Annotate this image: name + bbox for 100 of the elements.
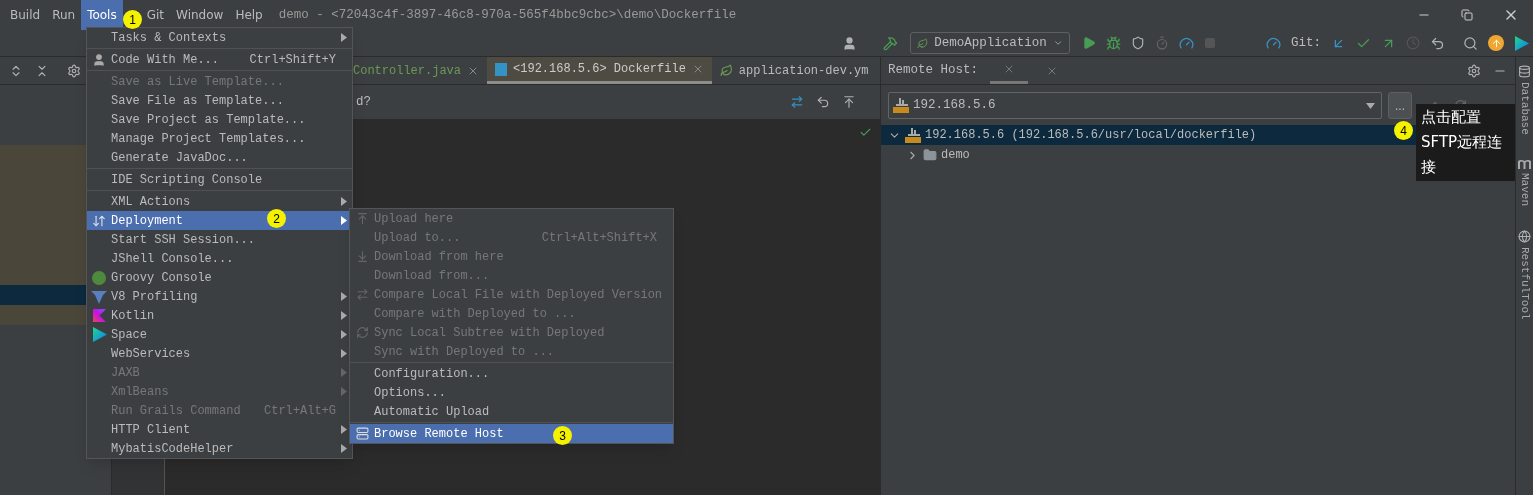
menu-item[interactable]: MybatisCodeHelper: [87, 439, 352, 458]
menu-bar-item[interactable]: Run: [46, 0, 82, 30]
menu-item[interactable]: XML Actions: [87, 192, 352, 211]
editor-tab[interactable]: application-dev.ym: [711, 57, 877, 84]
submenu-arrow-icon: [341, 349, 347, 358]
download-icon: [355, 250, 369, 263]
menu-item[interactable]: IDE Scripting Console: [87, 170, 352, 189]
menu-item[interactable]: Start SSH Session...: [87, 230, 352, 249]
menu-item[interactable]: JShell Console...: [87, 249, 352, 268]
menu-item-label: Compare with Deployed to ...: [374, 305, 576, 323]
menu-item[interactable]: Space: [87, 325, 352, 344]
menu-item[interactable]: Tasks & Contexts: [87, 28, 352, 47]
people-icon: [92, 52, 106, 67]
tooltip: 点击配置SFTP远程连接: [1416, 104, 1515, 181]
settings-icon[interactable]: [67, 63, 81, 78]
globe-icon: [1518, 229, 1531, 243]
menu-item[interactable]: Kotlin: [87, 306, 352, 325]
menu-item[interactable]: Save File as Template...: [87, 91, 352, 110]
menu-item-label: Upload to...: [374, 229, 461, 247]
menu-item-label: MybatisCodeHelper: [111, 440, 234, 458]
menu-item-label: IDE Scripting Console: [111, 171, 263, 189]
banner-text: d?: [356, 93, 371, 111]
menu-item-label: Compare Local File with Deployed Version: [374, 286, 663, 304]
tool-window-tab[interactable]: Database: [1516, 82, 1533, 135]
editor-tab[interactable]: <192.168.5.6> Dockerfile: [487, 57, 712, 84]
window-title: demo - <72043c4f-3897-46c8-970a-565f4bbc9cbc>\demo\Dockerfile: [278, 6, 737, 24]
menu-item[interactable]: Generate JavaDoc...: [87, 148, 352, 167]
people-icon[interactable]: [842, 35, 857, 51]
database-icon: [1518, 65, 1531, 78]
host-selector[interactable]: 192.168.5.6: [888, 92, 1382, 119]
collapse-all-icon[interactable]: [35, 63, 49, 78]
submenu-arrow-icon: [341, 368, 347, 377]
menu-item-label: Download from...: [374, 267, 490, 285]
undo-icon[interactable]: [1430, 35, 1445, 51]
menu-item-label: Deployment: [111, 212, 183, 230]
upload-icon[interactable]: [842, 95, 856, 109]
menu-item[interactable]: Options...: [350, 383, 673, 402]
menu-item-label: Start SSH Session...: [111, 231, 256, 249]
search-icon[interactable]: [1463, 35, 1478, 51]
submenu-arrow-icon: [341, 311, 347, 320]
menu-item[interactable]: WebServices: [87, 344, 352, 363]
tool-window-tab[interactable]: Maven: [1516, 172, 1533, 206]
bug-icon[interactable]: [1106, 35, 1121, 51]
menu-item[interactable]: Save Project as Template...: [87, 110, 352, 129]
submenu-arrow-icon: [341, 330, 347, 339]
menu-item-label: Space: [111, 326, 147, 344]
submenu-arrow-icon: [341, 33, 347, 42]
tool-window-tab[interactable]: RestfulTool: [1516, 246, 1533, 320]
shortcut-label: Ctrl+Shift+Y: [249, 51, 336, 69]
menu-item-label: Save Project as Template...: [111, 111, 306, 129]
compare-icon[interactable]: [790, 95, 804, 109]
submenu-arrow-icon: [341, 216, 347, 225]
menu-item-label: JAXB: [111, 364, 140, 382]
update-icon[interactable]: [1488, 35, 1504, 51]
undo-icon[interactable]: [816, 95, 830, 109]
menu-bar-item[interactable]: Window: [170, 0, 230, 30]
hammer-icon[interactable]: [883, 35, 898, 51]
triangle-icon: [91, 327, 107, 342]
menu-item-label: Sync Local Subtree with Deployed: [374, 324, 605, 342]
menu-bar-item[interactable]: Tools: [81, 0, 123, 30]
run-configuration-selector[interactable]: DemoApplication: [910, 32, 1070, 54]
menu-item-label: XmlBeans: [111, 383, 169, 401]
restore-icon[interactable]: [1461, 9, 1473, 21]
menu-item-label: V8 Profiling: [111, 288, 198, 306]
menu-bar-item[interactable]: Build: [4, 0, 47, 30]
submenu-arrow-icon: [341, 387, 347, 396]
menu-item-label: JShell Console...: [111, 250, 234, 268]
profiler-icon[interactable]: [1155, 36, 1169, 50]
menu-item[interactable]: V8 Profiling: [87, 287, 352, 306]
circle-icon: [92, 270, 106, 285]
browse-button[interactable]: ...: [1388, 92, 1412, 119]
menu-item[interactable]: Configuration...: [350, 364, 673, 383]
menu-item-label: Manage Project Templates...: [111, 130, 306, 148]
menu-item-label: Upload here: [374, 210, 454, 228]
menu-item-label: Automatic Upload: [374, 403, 490, 421]
menu-item[interactable]: Code With Me... Ctrl+Shift+Y: [87, 50, 352, 69]
menu-item-label: XML Actions: [111, 193, 191, 211]
menu-item[interactable]: HTTP Client: [87, 420, 352, 439]
run-icon[interactable]: [1082, 36, 1096, 50]
menu-bar-item[interactable]: Help: [229, 0, 269, 30]
submenu-arrow-icon: [341, 292, 347, 301]
gauge-icon[interactable]: [1179, 35, 1194, 51]
menu-item[interactable]: Manage Project Templates...: [87, 129, 352, 148]
menu-item-label: Save as Live Template...: [111, 73, 284, 91]
menu-item-label: Run Grails Command: [111, 402, 241, 420]
settings-icon[interactable]: [1467, 63, 1481, 78]
sync-icon: [355, 326, 369, 339]
tree-label: 192.168.5.6 (192.168.5.6/usr/local/dockerfile): [925, 127, 1257, 144]
menu-item-label: WebServices: [111, 345, 191, 363]
shortcut-label: Ctrl+Alt+G: [264, 402, 336, 420]
panel-title: Remote Host:: [887, 62, 978, 80]
tree-label: demo: [941, 147, 970, 164]
menu-item[interactable]: Groovy Console: [87, 268, 352, 287]
menu-bar-item[interactable]: Git: [140, 0, 171, 30]
menu-item[interactable]: Automatic Upload: [350, 402, 673, 421]
check-icon: [859, 126, 872, 139]
menu-item-label: HTTP Client: [111, 421, 191, 439]
caret-icon: [1366, 102, 1375, 109]
upload-icon: [355, 212, 369, 225]
gauge-icon[interactable]: [1266, 35, 1281, 51]
